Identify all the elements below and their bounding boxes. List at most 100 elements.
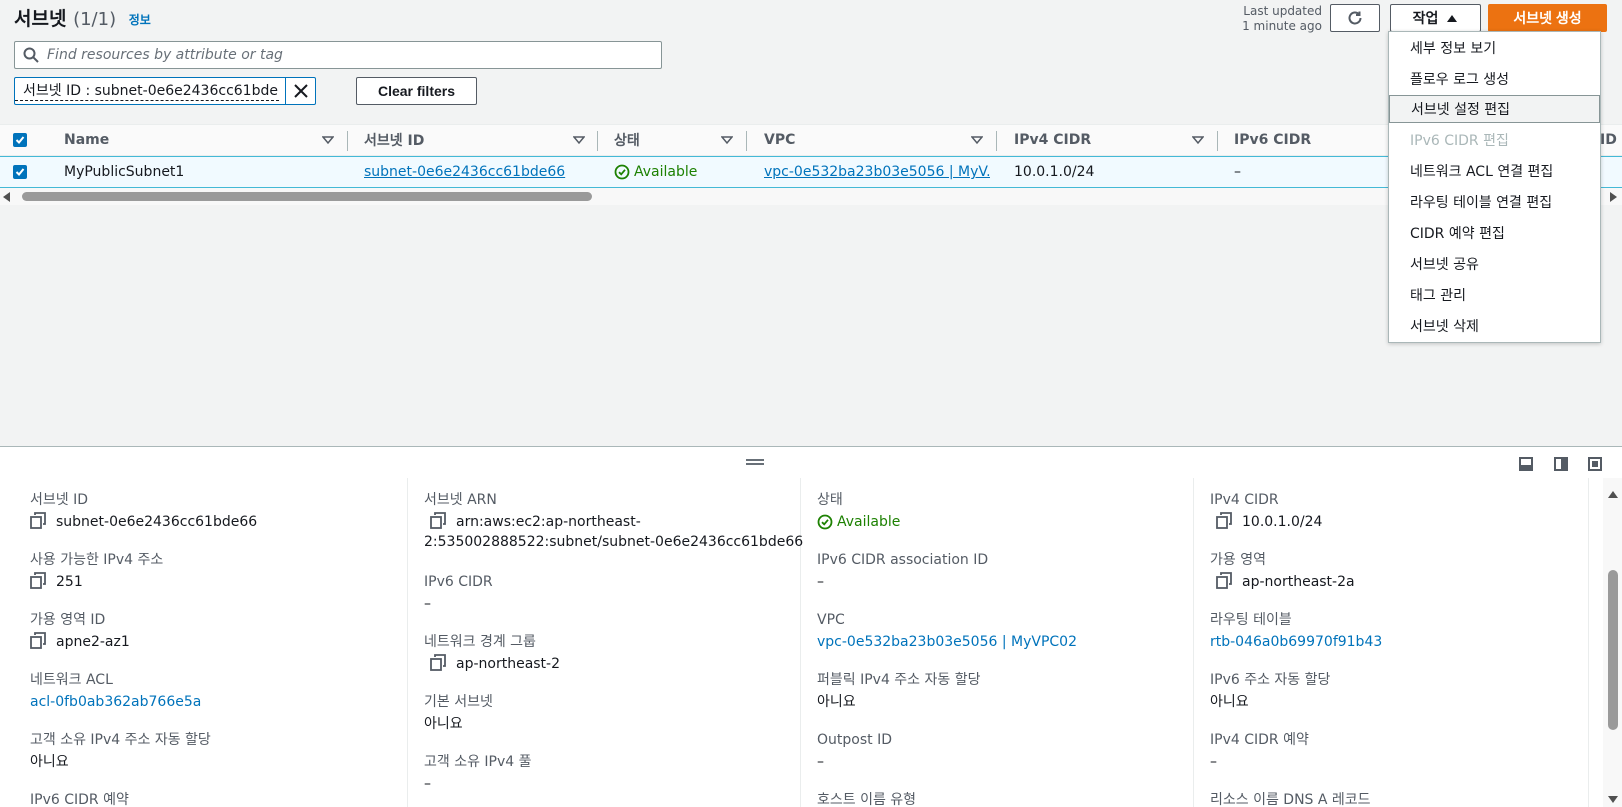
search-icon [23,47,39,63]
menu-item-create-flow-log[interactable]: 플로우 로그 생성 [1389,65,1600,93]
panel-side-icon[interactable] [1554,457,1568,471]
page-title: 서브넷 (1/1) 정보 [14,8,151,30]
column-header-id[interactable]: ID [1600,125,1617,155]
menu-item-edit-network-acl[interactable]: 네트워크 ACL 연결 편집 [1389,157,1600,185]
detail-outpost-id: Outpost ID – [817,732,892,770]
detail-ipv6-auto-assign: IPv6 주소 자동 할당 아니요 [1210,672,1331,710]
vertical-scroll-thumb[interactable] [1608,570,1618,730]
copy-icon[interactable] [1216,512,1232,530]
status-ok-icon [614,164,630,180]
menu-item-delete-subnet[interactable]: 서브넷 삭제 [1389,312,1600,340]
menu-item-edit-route-table[interactable]: 라우팅 테이블 연결 편집 [1389,188,1600,216]
detail-ipv4-cidr: IPv4 CIDR 10.0.1.0/24 [1210,492,1323,530]
copy-icon[interactable] [430,654,446,672]
menu-item-edit-ipv6-cidr: IPv6 CIDR 편집 [1410,133,1509,149]
route-table-link[interactable]: rtb-046a0b69970f91b43 [1210,632,1382,652]
sort-icon[interactable] [721,125,733,155]
filter-token[interactable]: 서브넷 ID : subnet-0e6e2436cc61bde66 [14,77,316,105]
copy-icon[interactable] [30,572,46,590]
cell-subnet-id-link[interactable]: subnet-0e6e2436cc61bde66 [364,157,594,187]
scroll-left-icon[interactable] [3,192,11,202]
detail-ipv6-association-id: IPv6 CIDR association ID – [817,552,989,590]
vpc-link[interactable]: vpc-0e532ba23b03e5056 | MyVPC02 [817,632,1077,652]
search-placeholder: Find resources by attribute or tag [47,47,283,63]
menu-item-view-details[interactable]: 세부 정보 보기 [1389,34,1600,62]
column-header-ipv6-cidr[interactable]: IPv6 CIDR [1234,125,1311,155]
actions-menu: 세부 정보 보기 플로우 로그 생성 서브넷 설정 편집 IPv6 CIDR 편… [1388,31,1601,343]
column-header-vpc[interactable]: VPC [764,125,795,155]
check-icon [15,168,25,176]
column-header-status[interactable]: 상태 [614,125,640,155]
panel-full-icon[interactable] [1588,457,1602,471]
scroll-right-icon[interactable] [1609,192,1617,202]
split-panel-header [0,446,1622,478]
detail-customer-owned-ipv4: 고객 소유 IPv4 주소 자동 할당 아니요 [30,732,211,770]
search-input[interactable]: Find resources by attribute or tag [14,41,662,69]
cell-status: Available [614,157,734,187]
select-all-checkbox[interactable] [13,125,27,155]
detail-ipv6-cidr-reservations: IPv6 CIDR 예약 [30,792,129,807]
horizontal-scrollbar[interactable] [0,188,1622,205]
detail-resource-dns-a-record: 리소스 이름 DNS A 레코드 [1210,792,1371,807]
detail-public-ipv4-auto-assign: 퍼블릭 IPv4 주소 자동 할당 아니요 [817,672,981,710]
cell-ipv6-cidr: – [1234,164,1241,180]
table-row[interactable]: MyPublicSubnet1 subnet-0e6e2436cc61bde66… [0,156,1622,188]
column-header-name[interactable]: Name [64,125,109,155]
detail-subnet-id: 서브넷 ID subnet-0e6e2436cc61bde66 [30,492,258,530]
column-header-ipv4-cidr[interactable]: IPv4 CIDR [1014,125,1091,155]
sort-icon[interactable] [573,125,585,155]
detail-ipv6-cidr: IPv6 CIDR – [424,574,493,612]
actions-button[interactable]: 작업 [1390,4,1481,32]
detail-availability-zone: 가용 영역 ap-northeast-2a [1210,552,1355,590]
resize-handle-icon[interactable] [746,459,764,465]
caret-up-icon [1447,15,1458,22]
vertical-scrollbar[interactable] [1603,478,1622,807]
close-icon [293,84,308,98]
row-checkbox[interactable] [13,157,27,187]
filter-token-label[interactable]: 서브넷 ID : subnet-0e6e2436cc61bde66 [15,81,279,101]
check-icon [15,136,25,144]
menu-item-edit-cidr-reservations[interactable]: CIDR 예약 편집 [1389,219,1600,247]
network-acl-link[interactable]: acl-0fb0ab362ab766e5a [30,692,201,712]
cell-ipv4-cidr: 10.0.1.0/24 [1014,164,1095,180]
cell-vpc-link[interactable]: vpc-0e532ba23b03e5056 | MyV... [764,157,990,187]
copy-icon[interactable] [30,632,46,650]
subnet-details-panel: 서브넷 ID subnet-0e6e2436cc61bde66 사용 가능한 I… [0,478,1622,807]
detail-available-ipv4: 사용 가능한 IPv4 주소 251 [30,552,164,590]
menu-item-manage-tags[interactable]: 태그 관리 [1389,281,1600,309]
panel-bottom-icon[interactable] [1519,457,1533,471]
detail-vpc: VPC vpc-0e532ba23b03e5056 | MyVPC02 [817,612,1077,652]
horizontal-scroll-thumb[interactable] [22,192,592,201]
remove-filter-button[interactable] [285,78,315,104]
detail-default-subnet: 기본 서브넷 아니요 [424,694,493,732]
detail-route-table: 라우팅 테이블 rtb-046a0b69970f91b43 [1210,612,1383,652]
copy-icon[interactable] [1216,572,1232,590]
sort-icon[interactable] [1192,125,1204,155]
sort-icon[interactable] [322,125,334,155]
copy-icon[interactable] [30,512,46,530]
detail-az-id: 가용 영역 ID apne2-az1 [30,612,130,650]
detail-ipv4-cidr-reservations: IPv4 CIDR 예약 – [1210,732,1309,770]
column-header-subnet-id[interactable]: 서브넷 ID [364,125,424,155]
detail-network-acl: 네트워크 ACL acl-0fb0ab362ab766e5a [30,672,202,712]
detail-customer-owned-ipv4-pool: 고객 소유 IPv4 풀 – [424,754,532,792]
sort-icon[interactable] [971,125,983,155]
detail-subnet-arn: 서브넷 ARN arn:aws:ec2:ap-northeast- 2:5350… [424,492,804,550]
refresh-button[interactable] [1330,4,1380,32]
detail-status: 상태 Available [817,492,901,530]
subnet-list-pane: 서브넷 (1/1) 정보 Last updated 1 minute ago 작… [0,0,1622,446]
copy-icon[interactable] [430,512,446,530]
clear-filters-button[interactable]: Clear filters [356,77,477,105]
cell-name: MyPublicSubnet1 [64,164,185,180]
menu-item-share-subnet[interactable]: 서브넷 공유 [1389,250,1600,278]
last-updated: Last updated 1 minute ago [1242,4,1322,33]
scroll-up-icon[interactable] [1608,490,1618,498]
detail-hostname-type: 호스트 이름 유형 [817,792,917,807]
info-link[interactable]: 정보 [129,13,151,27]
create-subnet-button[interactable]: 서브넷 생성 [1488,4,1607,32]
scroll-down-icon[interactable] [1608,796,1618,804]
table-header: Name 서브넷 ID 상태 VPC IPv4 CIDR IPv6 CIDR I… [0,124,1622,156]
status-ok-icon [817,514,833,530]
refresh-icon [1348,11,1362,25]
menu-item-edit-subnet-settings[interactable]: 서브넷 설정 편집 [1389,95,1600,123]
